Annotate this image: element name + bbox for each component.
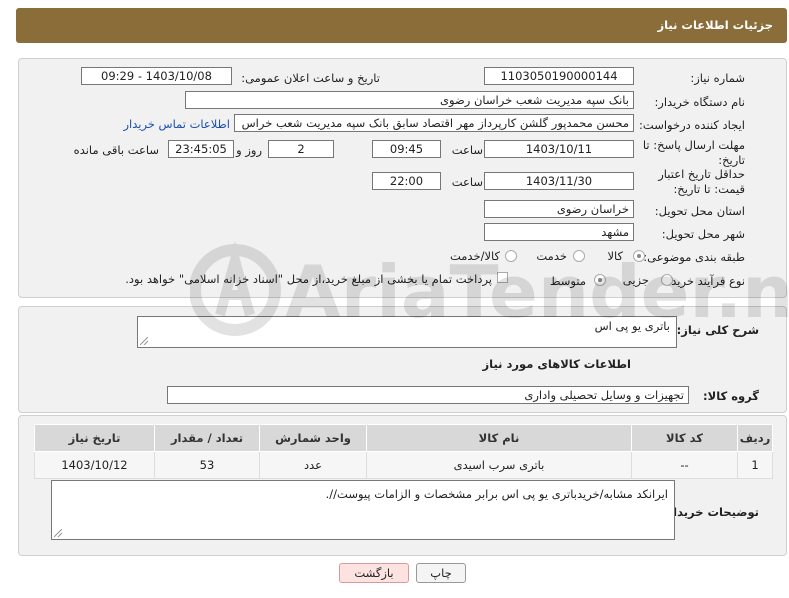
city-field: مشهد — [484, 223, 634, 241]
treasury-payment-note: پرداخت تمام یا بخشی از مبلغ خرید،از محل … — [125, 272, 492, 286]
validity-date-field: 1403/11/30 — [484, 172, 634, 190]
page-title: جزئیات اطلاعات نیاز — [657, 18, 773, 32]
process-medium-radio[interactable] — [594, 274, 606, 286]
category-both-radio[interactable] — [505, 250, 517, 262]
description-text: باتری یو پی اس — [594, 319, 670, 333]
buyer-contact-link[interactable]: اطلاعات تماس خریدار — [123, 117, 230, 131]
col-header-quantity: تعداد / مقدار — [154, 424, 260, 452]
description-textarea: باتری یو پی اس — [137, 316, 677, 348]
category-both-label: کالا/خدمت — [449, 249, 500, 263]
remaining-label: ساعت باقی مانده — [73, 143, 159, 157]
days-field: 2 — [268, 140, 334, 158]
page-header: جزئیات اطلاعات نیاز — [16, 8, 787, 43]
need-number-field: 1103050190000144 — [484, 67, 634, 85]
buyer-notes-label: توضیحات خریدار: — [661, 505, 759, 519]
announce-field: 1403/10/08 - 09:29 — [81, 67, 232, 85]
deadline-time-field: 09:45 — [372, 140, 441, 158]
category-service-radio[interactable] — [573, 250, 585, 262]
province-field: خراسان رضوی — [484, 200, 634, 218]
back-button[interactable]: بازگشت — [339, 563, 409, 583]
col-header-row-number: ردیف — [737, 424, 773, 452]
goods-group-label: گروه کالا: — [703, 389, 759, 403]
treasury-payment-checkbox[interactable] — [497, 272, 508, 283]
validity-time-label: ساعت — [451, 175, 483, 189]
buyer-label: نام دستگاه خریدار: — [654, 95, 745, 109]
process-minor-label: جزیی — [622, 273, 649, 287]
days-label: روز و — [236, 143, 262, 157]
province-label: استان محل تحویل: — [654, 204, 745, 218]
col-header-name: نام کالا — [366, 424, 632, 452]
buyer-field: بانک سپه مدیریت شعب خراسان رضوی — [185, 91, 634, 109]
city-label: شهر محل تحویل: — [661, 227, 745, 241]
category-label: طبقه بندی موضوعی: — [643, 250, 745, 264]
resize-grip-icon[interactable] — [54, 529, 62, 537]
goods-info-title: اطلاعات کالاهای مورد نیاز — [482, 357, 631, 371]
process-medium-label: متوسط — [549, 274, 586, 288]
remaining-field: 23:45:05 — [168, 140, 234, 158]
announce-label: تاریخ و ساعت اعلان عمومی: — [241, 71, 380, 85]
category-goods-label: کالا — [607, 249, 623, 263]
table-header-row: ردیف کد کالا نام کالا واحد شمارش تعداد /… — [34, 424, 773, 452]
creator-field: محسن محمدپور گلشن کارپرداز مهر اقتصاد سا… — [234, 114, 634, 132]
description-label: شرح کلی نیاز: — [676, 323, 759, 337]
deadline-date-field: 1403/10/11 — [484, 140, 634, 158]
col-header-code: کد کالا — [631, 424, 738, 452]
cell-need-date: 1403/10/12 — [34, 451, 155, 479]
process-label: نوع فرآیند خرید : — [663, 274, 745, 288]
deadline-time-label: ساعت — [451, 143, 483, 157]
category-service-label: خدمت — [536, 249, 567, 263]
need-number-label: شماره نیاز: — [690, 71, 745, 85]
cell-name: باتری سرب اسیدی — [366, 451, 632, 479]
col-header-unit: واحد شمارش — [259, 424, 367, 452]
resize-grip-icon[interactable] — [140, 337, 148, 345]
process-minor-radio[interactable] — [661, 274, 673, 286]
buyer-notes-textarea: ایرانکد مشابه/خریدباتری یو پی اس برابر م… — [51, 480, 675, 540]
items-table: ردیف کد کالا نام کالا واحد شمارش تعداد /… — [34, 424, 773, 479]
cell-code: -- — [631, 451, 738, 479]
buyer-notes-text: ایرانکد مشابه/خریدباتری یو پی اس برابر م… — [325, 487, 668, 501]
goods-group-field: تجهیزات و وسایل تحصیلی واداری — [167, 386, 689, 404]
validity-label: حداقل تاریخ اعتبار قیمت: تا تاریخ: — [658, 167, 745, 196]
cell-row-number: 1 — [737, 451, 773, 479]
cell-quantity: 53 — [154, 451, 260, 479]
creator-label: ایجاد کننده درخواست: — [639, 118, 745, 132]
validity-time-field: 22:00 — [372, 172, 441, 190]
deadline-label: مهلت ارسال پاسخ: تا تاریخ: — [642, 138, 745, 167]
cell-unit: عدد — [259, 451, 367, 479]
category-goods-radio[interactable] — [633, 250, 645, 262]
table-row: 1 -- باتری سرب اسیدی عدد 53 1403/10/12 — [34, 451, 773, 479]
col-header-need-date: تاریخ نیاز — [34, 424, 155, 452]
print-button[interactable]: چاپ — [416, 563, 466, 583]
